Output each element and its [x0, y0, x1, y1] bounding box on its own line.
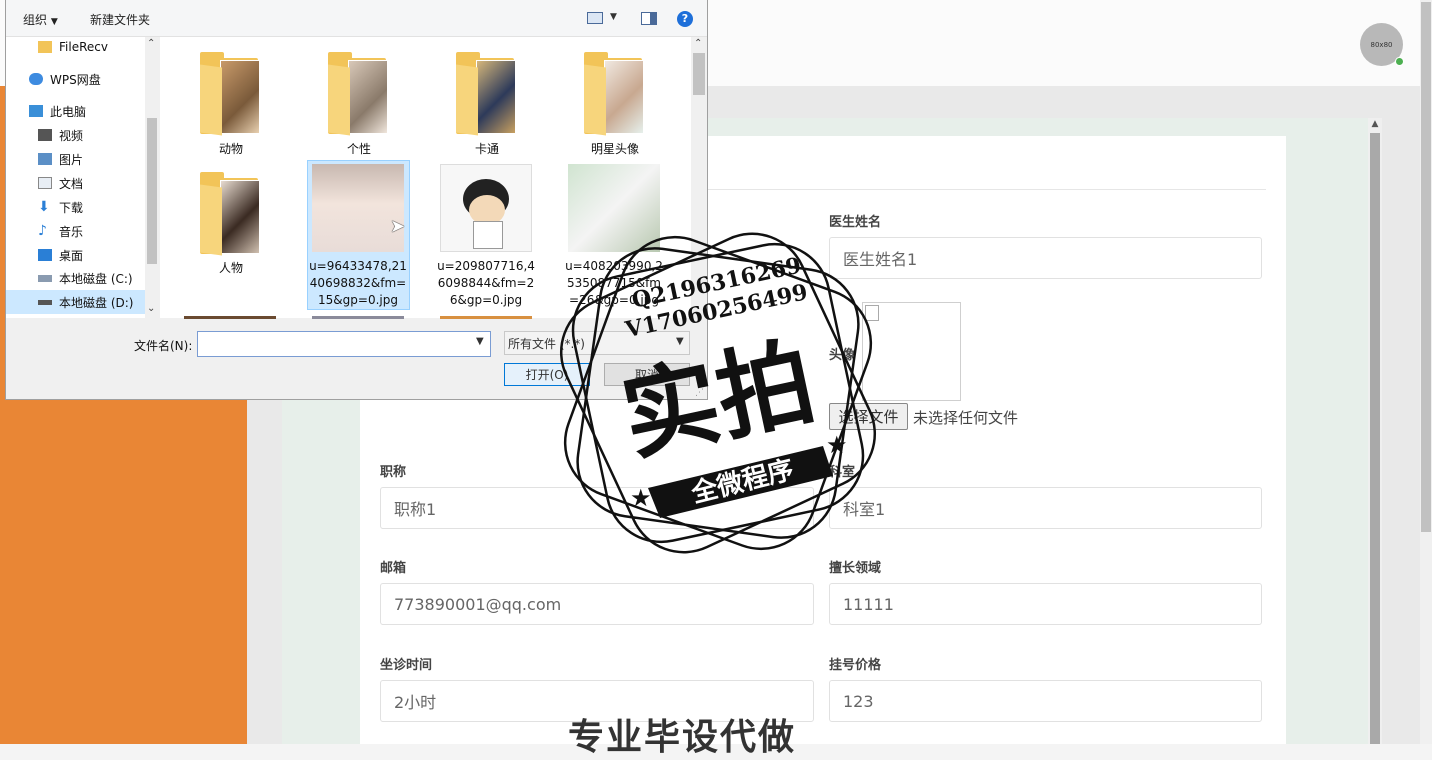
folder-label: 人物 — [218, 261, 243, 275]
cursor-icon: ➤ — [390, 216, 406, 237]
doctor-name-field[interactable]: 医生姓名1 — [829, 237, 1262, 279]
view-options-icon[interactable] — [587, 12, 603, 24]
folder-preview-image — [604, 60, 644, 134]
fee-field[interactable]: 123 — [829, 680, 1262, 722]
nav-item-wps[interactable]: WPS网盘 — [6, 68, 168, 90]
organize-label: 组织 — [23, 13, 48, 27]
pictures-icon — [38, 153, 52, 165]
drive-icon — [38, 299, 52, 305]
panel-scrollbar-thumb[interactable] — [1370, 133, 1380, 744]
watermark-stamp: Q2196316269 V17060256499 实拍 全微程序 ★ ★ — [559, 232, 877, 554]
desktop-icon — [38, 249, 52, 261]
folder-preview-image — [348, 60, 388, 134]
cloud-icon — [29, 73, 43, 85]
specialty-field[interactable]: 11111 — [829, 583, 1262, 625]
chevron-down-icon: ▼ — [50, 17, 58, 27]
watermark-bottom-text: 专业毕设代做 — [568, 717, 797, 758]
drive-icon — [38, 274, 52, 282]
scroll-up-arrow-icon[interactable]: ⌃ — [147, 38, 155, 49]
organize-menu[interactable]: 组织 ▼ — [23, 11, 58, 28]
consult-time-label: 坐诊时间 — [380, 658, 433, 673]
folder-icon — [38, 41, 52, 53]
chevron-down-icon[interactable]: ▼ — [610, 12, 617, 22]
file-thumbnail[interactable] — [184, 316, 276, 319]
video-icon — [38, 129, 52, 141]
folder-preview-image — [220, 60, 260, 134]
folder-label: 个性 — [346, 142, 371, 156]
file-name[interactable]: u=96433478,2140698832&fm=15&gp=0.jpg — [308, 258, 408, 309]
online-status-dot — [1395, 57, 1404, 66]
no-file-text: 未选择任何文件 — [913, 409, 1019, 427]
file-thumbnail[interactable] — [312, 164, 404, 252]
nav-scrollbar-thumb[interactable] — [147, 118, 157, 264]
fee-label: 挂号价格 — [829, 658, 882, 673]
folder-item[interactable] — [200, 172, 262, 256]
scroll-down-arrow-icon[interactable]: ⌄ — [147, 303, 155, 314]
star-icon: ★ — [826, 431, 848, 459]
download-icon: ⬇ — [38, 199, 50, 215]
help-icon[interactable]: ? — [677, 11, 693, 27]
file-name[interactable]: u=209807716,46098844&fm=26&gp=0.jpg — [436, 258, 536, 309]
department-field[interactable]: 科室1 — [829, 487, 1262, 529]
folder-preview-image — [220, 180, 260, 254]
folder-preview-image — [476, 60, 516, 134]
page-scrollbar-thumb[interactable] — [1421, 2, 1431, 532]
folder-item[interactable] — [456, 52, 518, 136]
folder-label: 明星头像 — [590, 142, 639, 156]
nav-item-this-pc[interactable]: 此电脑 — [6, 100, 168, 122]
file-thumbnail[interactable] — [440, 164, 532, 252]
scroll-up-arrow-icon[interactable]: ⌃ — [694, 38, 702, 49]
files-scrollbar-thumb[interactable] — [693, 53, 705, 95]
watermark-banner-text: 全微程序 — [687, 454, 796, 509]
scroll-up-arrow-icon[interactable]: ▲ — [1370, 119, 1380, 129]
watermark-main-text: 实拍 — [613, 325, 824, 474]
folder-label: 动物 — [218, 142, 243, 156]
title-label: 职称 — [380, 465, 407, 480]
folder-item[interactable] — [200, 52, 262, 136]
file-thumbnail[interactable] — [312, 316, 404, 319]
computer-icon — [29, 105, 43, 117]
file-thumbnail[interactable] — [440, 316, 532, 319]
folder-item[interactable] — [328, 52, 390, 136]
chevron-down-icon[interactable]: ▼ — [476, 336, 484, 347]
music-icon: ♪ — [38, 223, 47, 239]
preview-pane-icon[interactable] — [641, 12, 657, 25]
new-folder-button[interactable]: 新建文件夹 — [90, 11, 150, 28]
documents-icon — [38, 177, 52, 189]
folder-item[interactable] — [584, 52, 646, 136]
email-field[interactable]: 773890001@qq.com — [380, 583, 814, 625]
email-label: 邮箱 — [380, 561, 407, 576]
avatar-text: 80x80 — [1370, 40, 1393, 49]
filename-input[interactable] — [197, 331, 491, 357]
star-icon: ★ — [630, 484, 652, 512]
filename-label: 文件名(N): — [134, 339, 193, 353]
folder-label: 卡通 — [474, 142, 499, 156]
